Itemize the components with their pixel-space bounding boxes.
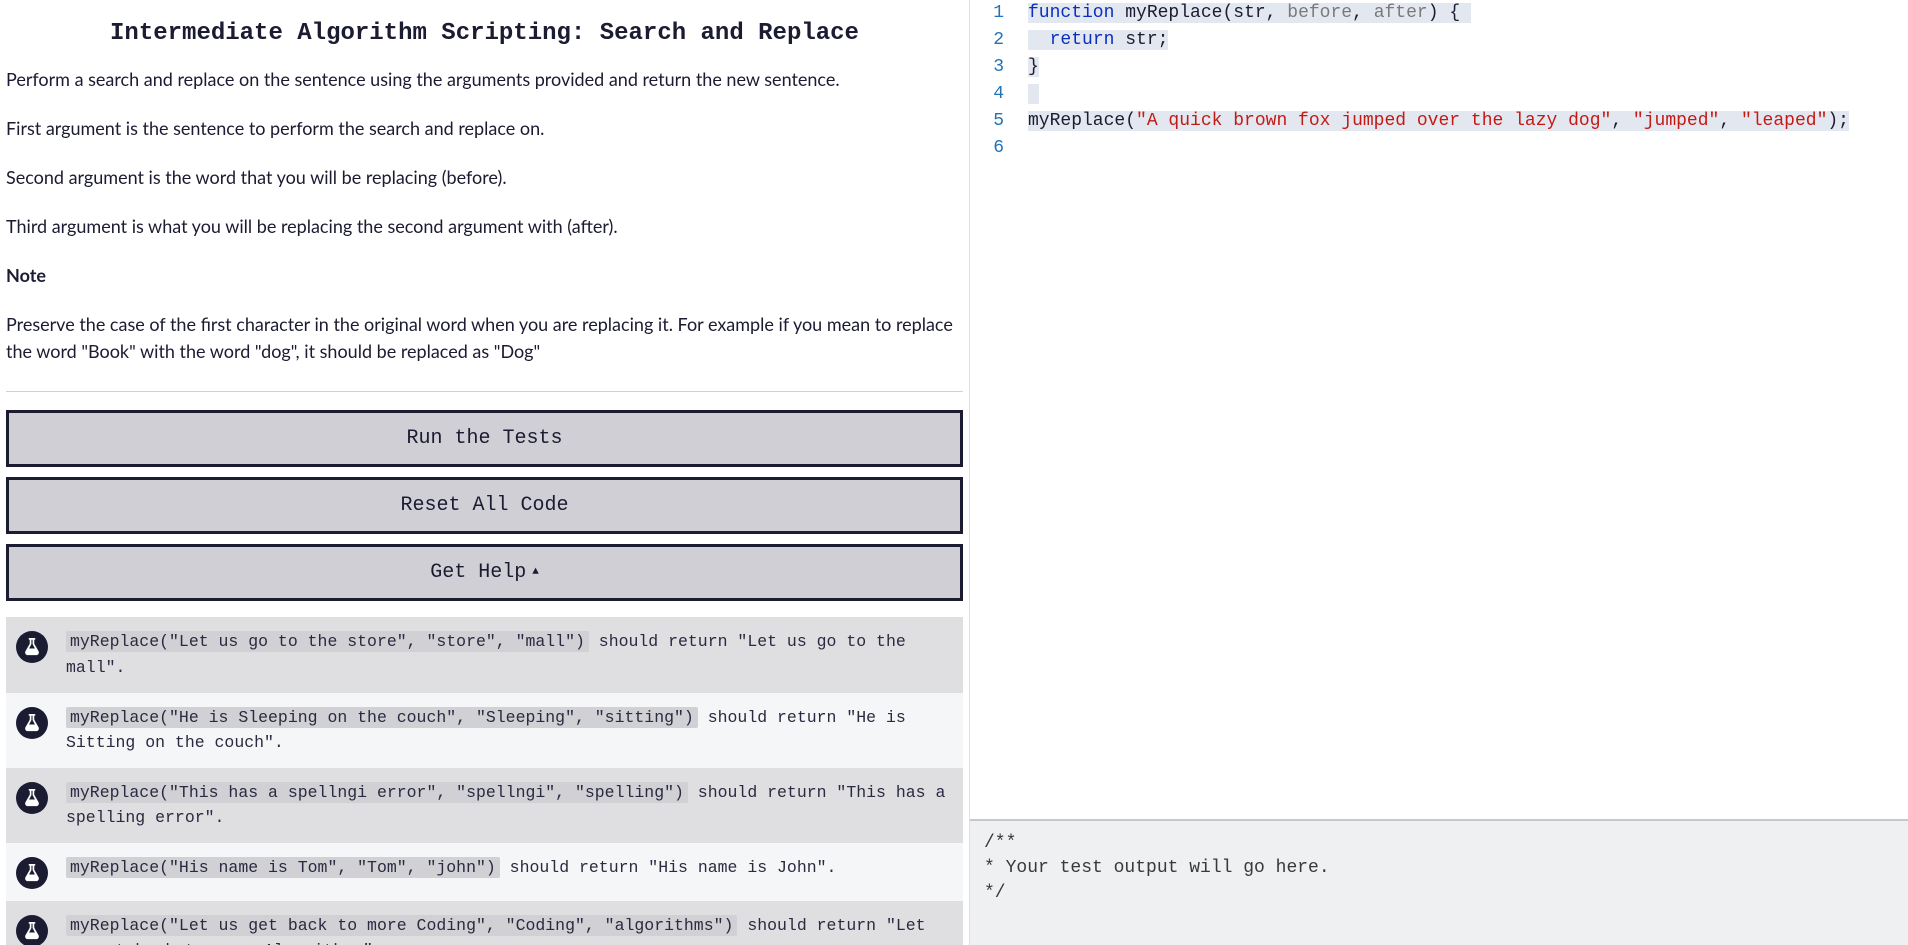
desc-para: Perform a search and replace on the sent…: [6, 66, 963, 93]
test-text: myReplace("Let us go to the store", "sto…: [66, 629, 953, 680]
reset-code-button[interactable]: Reset All Code: [6, 477, 963, 534]
code-line[interactable]: }: [1018, 54, 1849, 81]
code-line[interactable]: return str;: [1018, 27, 1849, 54]
code-line[interactable]: [1018, 81, 1849, 108]
caret-up-icon: ▲: [532, 566, 539, 578]
flask-icon: [16, 631, 48, 663]
line-number: 6: [970, 135, 1018, 162]
get-help-button[interactable]: Get Help ▲: [6, 544, 963, 601]
run-tests-button[interactable]: Run the Tests: [6, 410, 963, 467]
test-code: myReplace("Let us go to the store", "sto…: [66, 631, 589, 652]
test-text: myReplace("He is Sleeping on the couch",…: [66, 705, 953, 756]
test-item: myReplace("This has a spellngi error", "…: [6, 768, 963, 843]
console-line: */: [984, 883, 1006, 903]
test-code: myReplace("He is Sleeping on the couch",…: [66, 707, 698, 728]
reset-code-label: Reset All Code: [400, 494, 568, 517]
get-help-label: Get Help: [430, 561, 526, 584]
code-line[interactable]: [1018, 135, 1849, 162]
note-heading: Note: [6, 262, 963, 289]
challenge-title: Intermediate Algorithm Scripting: Search…: [66, 18, 903, 50]
desc-para: Second argument is the word that you wil…: [6, 164, 963, 191]
test-text: myReplace("His name is Tom", "Tom", "joh…: [66, 855, 953, 881]
test-item: myReplace("He is Sleeping on the couch",…: [6, 693, 963, 768]
console-line: * Your test output will go here.: [984, 858, 1330, 878]
test-code: myReplace("Let us get back to more Codin…: [66, 915, 737, 936]
code-editor[interactable]: 1 function myReplace(str, before, after)…: [970, 0, 1908, 819]
tests-list: myReplace("Let us go to the store", "sto…: [6, 617, 963, 945]
line-number: 2: [970, 27, 1018, 54]
test-expected: should return "His name is John".: [500, 858, 837, 877]
console-output: /** * Your test output will go here. */: [970, 819, 1908, 945]
test-text: myReplace("This has a spellngi error", "…: [66, 780, 953, 831]
flask-icon: [16, 782, 48, 814]
line-number: 1: [970, 0, 1018, 27]
code-line[interactable]: function myReplace(str, before, after) {: [1018, 0, 1849, 27]
line-number: 5: [970, 108, 1018, 135]
challenge-panel: Intermediate Algorithm Scripting: Search…: [0, 0, 969, 945]
flask-icon: [16, 915, 48, 945]
flask-icon: [16, 707, 48, 739]
flask-icon: [16, 857, 48, 889]
console-line: /**: [984, 833, 1016, 853]
test-item: myReplace("Let us go to the store", "sto…: [6, 617, 963, 692]
note-body: Preserve the case of the first character…: [6, 311, 963, 365]
divider: [6, 391, 963, 392]
desc-para: First argument is the sentence to perfor…: [6, 115, 963, 142]
test-code: myReplace("His name is Tom", "Tom", "joh…: [66, 857, 500, 878]
line-number: 4: [970, 81, 1018, 108]
code-line[interactable]: myReplace("A quick brown fox jumped over…: [1018, 108, 1849, 135]
challenge-description: Perform a search and replace on the sent…: [6, 66, 963, 365]
editor-panel: 1 function myReplace(str, before, after)…: [969, 0, 1908, 945]
run-tests-label: Run the Tests: [406, 427, 562, 450]
test-code: myReplace("This has a spellngi error", "…: [66, 782, 688, 803]
line-number: 3: [970, 54, 1018, 81]
test-text: myReplace("Let us get back to more Codin…: [66, 913, 953, 945]
test-item: myReplace("Let us get back to more Codin…: [6, 901, 963, 945]
test-item: myReplace("His name is Tom", "Tom", "joh…: [6, 843, 963, 901]
desc-para: Third argument is what you will be repla…: [6, 213, 963, 240]
